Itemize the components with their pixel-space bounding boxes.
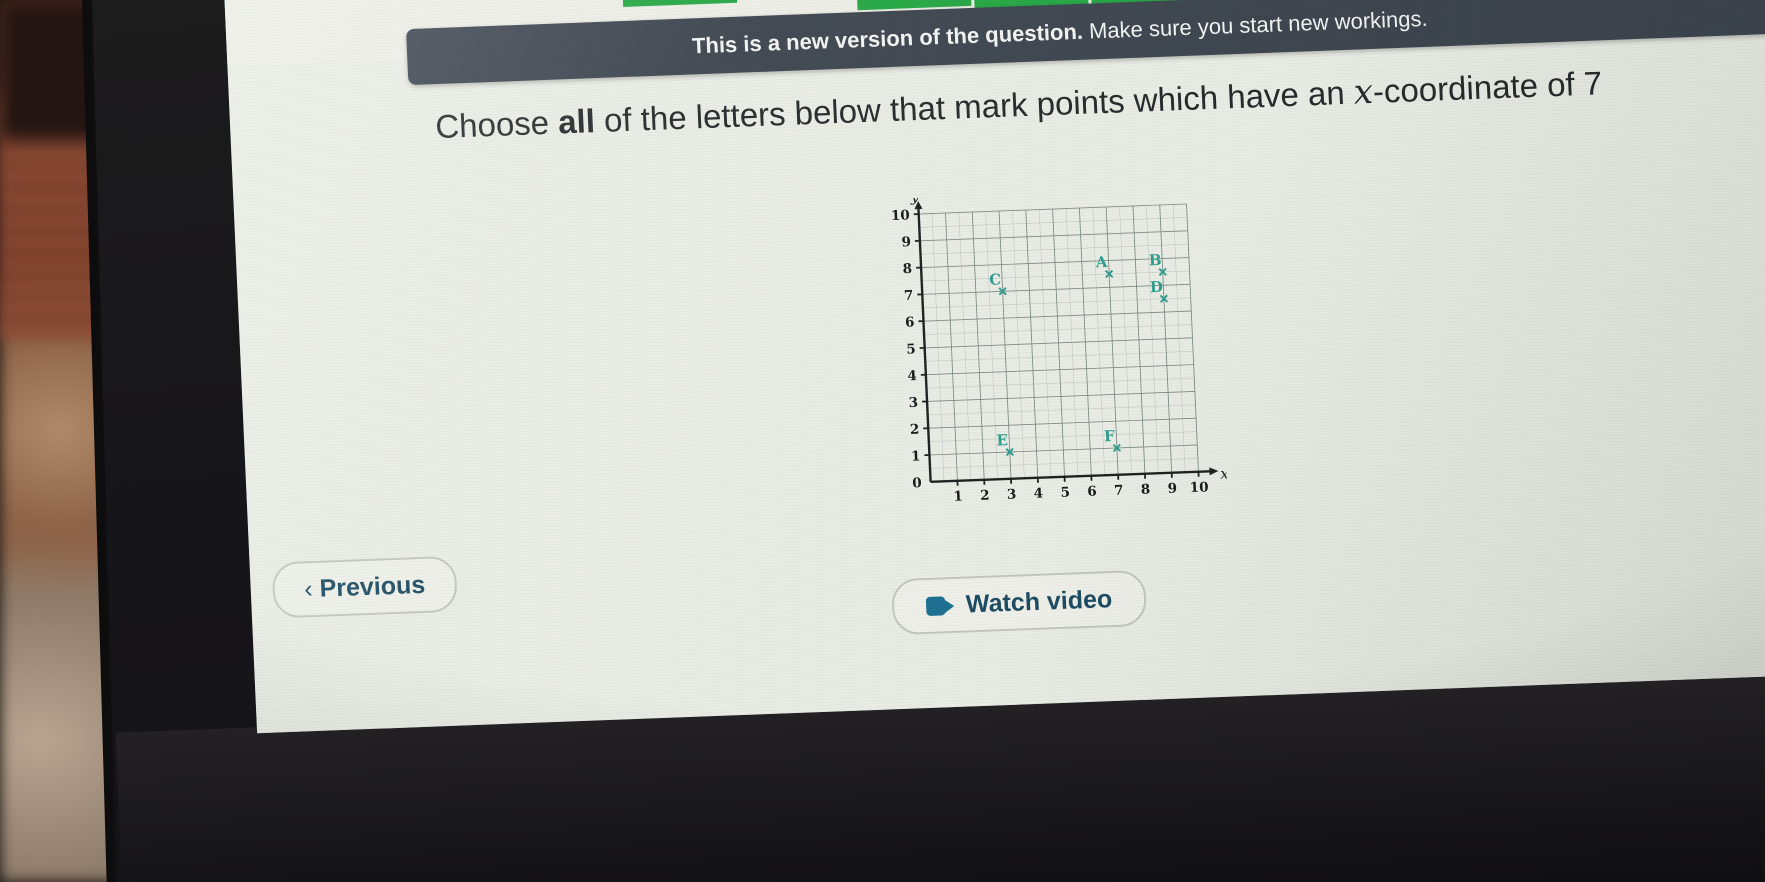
laptop-photo: 21,982 XP Skye No 3A ✓ 3B ✕ 3C — [0, 0, 1765, 882]
prompt-variable-x: x — [1352, 71, 1374, 113]
svg-text:7: 7 — [904, 288, 914, 304]
svg-text:E: E — [996, 431, 1008, 449]
svg-text:6: 6 — [1087, 484, 1097, 500]
svg-text:1: 1 — [953, 489, 963, 505]
svg-text:8: 8 — [1141, 482, 1151, 498]
svg-text:4: 4 — [1033, 486, 1043, 502]
banner-bold-text: This is a new version of the question. — [691, 18, 1084, 59]
laptop-screen: 21,982 XP Skye No 3A ✓ 3B ✕ 3C — [222, 0, 1765, 734]
svg-text:3: 3 — [1007, 487, 1017, 503]
chevron-left-icon: ‹ — [303, 574, 314, 603]
tab-3a[interactable]: 3A ✓ — [620, 0, 738, 7]
prompt-part-2: of the letters below that mark points wh… — [594, 73, 1355, 140]
svg-text:10: 10 — [891, 207, 910, 224]
svg-text:5: 5 — [1060, 485, 1070, 501]
svg-text:5: 5 — [906, 341, 916, 357]
tab-3b[interactable]: 3B ✕ — [738, 0, 855, 9]
svg-text:2: 2 — [910, 422, 920, 438]
svg-text:6: 6 — [905, 314, 915, 330]
watch-video-label: Watch video — [965, 584, 1113, 619]
prompt-part-3: -coordinate of 7 — [1372, 64, 1603, 110]
video-camera-icon — [925, 595, 955, 616]
watch-video-button[interactable]: Watch video — [890, 569, 1148, 636]
svg-text:8: 8 — [902, 261, 912, 277]
coordinate-grid-figure: 0 1 2 3 4 5 6 7 8 9 10 1 2 3 4 5 6 7 8 9 10 y x A B C D E F — [874, 187, 1229, 529]
svg-text:F: F — [1104, 427, 1116, 445]
svg-text:7: 7 — [1114, 483, 1124, 499]
previous-button-label: Previous — [318, 570, 426, 603]
svg-text:4: 4 — [907, 368, 917, 384]
svg-text:A: A — [1094, 253, 1108, 271]
svg-text:2: 2 — [980, 488, 990, 504]
prompt-part-1: Choose — [434, 103, 559, 146]
svg-text:B: B — [1148, 251, 1161, 269]
svg-text:y: y — [909, 187, 920, 205]
coordinate-grid-svg: 0123456789101 2 3 4 5 6 7 8 9 10yxA BC DE F — [891, 187, 1229, 505]
svg-text:D: D — [1149, 278, 1163, 296]
prompt-bold-all: all — [557, 102, 596, 141]
svg-text:1: 1 — [911, 448, 921, 464]
svg-text:0: 0 — [912, 475, 922, 491]
svg-text:9: 9 — [1167, 481, 1177, 497]
svg-text:10: 10 — [1189, 479, 1208, 496]
svg-text:9: 9 — [901, 234, 911, 250]
svg-text:3: 3 — [908, 395, 918, 411]
svg-text:x: x — [1220, 465, 1229, 483]
svg-text:C: C — [989, 270, 1002, 288]
app-viewport: 21,982 XP Skye No 3A ✓ 3B ✕ 3C — [222, 0, 1765, 734]
banner-rest-text: Make sure you start new workings. — [1082, 5, 1429, 44]
previous-button[interactable]: ‹ Previous — [271, 555, 458, 619]
